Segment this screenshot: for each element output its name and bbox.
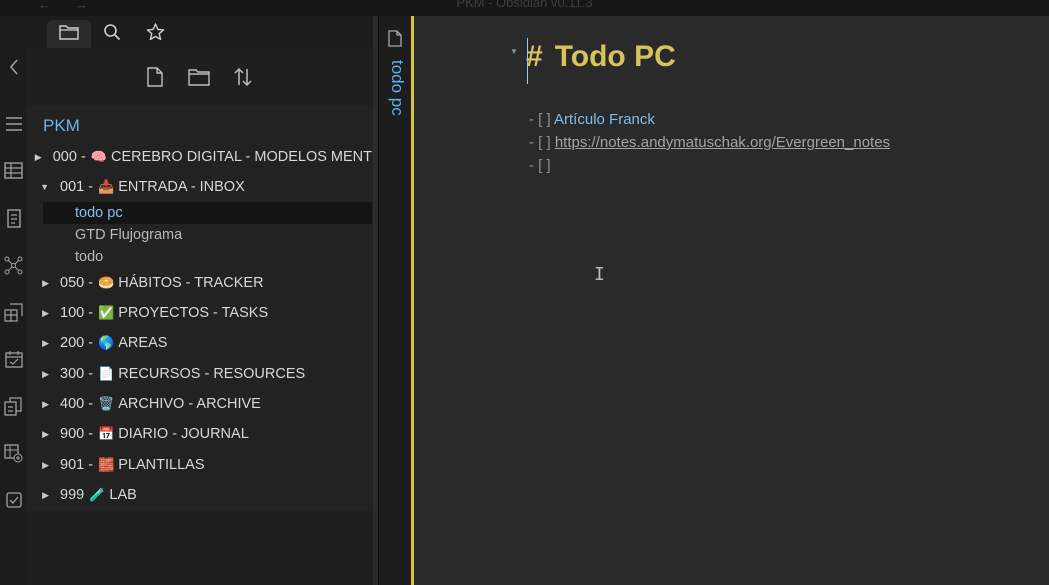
- heading-text: Todo PC: [554, 40, 676, 73]
- task-link[interactable]: https://notes.andymatuschak.org/Evergree…: [555, 134, 890, 151]
- folder-number: 900 -: [60, 426, 94, 442]
- folder-number: 901 -: [60, 457, 94, 473]
- caret-down-icon[interactable]: ▼: [27, 182, 60, 192]
- grid-icon[interactable]: [0, 303, 27, 322]
- folder-label: LAB: [109, 487, 137, 503]
- left-ribbon: [0, 16, 27, 585]
- folder-label: PROYECTOS - TASKS: [118, 305, 269, 321]
- vault-name[interactable]: PKM: [43, 116, 80, 136]
- folder-icon: [59, 24, 79, 45]
- wastebasket-icon: 🗑️: [98, 396, 115, 411]
- fold-triangle-icon[interactable]: ▼: [510, 47, 518, 56]
- folder-number: 999: [60, 487, 85, 503]
- folder-number: 300 -: [60, 366, 94, 382]
- folder-label: CEREBRO DIGITAL - MODELOS MENT: [110, 149, 372, 165]
- folder-number: 200 -: [60, 335, 94, 351]
- pane-vertical-title[interactable]: todo pc: [387, 60, 407, 116]
- chevron-left-icon[interactable]: [0, 58, 27, 76]
- note-heading[interactable]: # Todo PC: [526, 40, 676, 74]
- caret-right-icon[interactable]: ▶: [27, 429, 60, 440]
- note-icon[interactable]: [0, 209, 27, 228]
- folder-label: ARCHIVO - ARCHIVE: [118, 396, 261, 412]
- caret-right-icon[interactable]: ▶: [27, 369, 60, 380]
- folder-label: ENTRADA - INBOX: [118, 179, 245, 195]
- folder-label: AREAS: [118, 335, 168, 351]
- heading-hash: #: [526, 40, 543, 73]
- task-prefix: - [ ]: [529, 157, 551, 174]
- test-tube-icon: 🧪: [89, 487, 106, 502]
- new-note-icon[interactable]: [142, 64, 168, 90]
- caret-right-icon[interactable]: ▶: [27, 490, 60, 501]
- folder-number: 001 -: [60, 179, 94, 195]
- window-title: PKM - Obsidian v0.11.3: [456, 0, 593, 10]
- title-bar: ← → PKM - Obsidian v0.11.3: [0, 0, 1049, 16]
- tab-starred[interactable]: [133, 20, 177, 48]
- task-prefix: - [ ]: [529, 111, 551, 128]
- calendar-emoji-icon: 📅: [98, 426, 115, 441]
- task-line-1[interactable]: - [ ] Artículo Franck: [529, 111, 655, 128]
- file-explorer-sidebar: PKM ▶ 000 - 🧠 CEREBRO DIGITAL - MODELOS …: [27, 16, 374, 585]
- file-todo[interactable]: todo: [43, 246, 372, 268]
- pane-header-strip: todo pc: [378, 16, 411, 585]
- folder-900[interactable]: ▶ 900 - 📅 DIARIO - JOURNAL: [27, 423, 372, 445]
- folder-label: HÁBITOS - TRACKER: [118, 275, 264, 291]
- file-tree: PKM ▶ 000 - 🧠 CEREBRO DIGITAL - MODELOS …: [27, 106, 374, 511]
- caret-right-icon[interactable]: ▶: [27, 399, 60, 410]
- caret-right-icon[interactable]: ▶: [27, 308, 60, 319]
- ibeam-cursor-icon: I: [594, 264, 605, 285]
- sidebar-tabs: [27, 16, 374, 48]
- caret-right-icon[interactable]: ▶: [27, 460, 60, 471]
- graph-icon[interactable]: [0, 256, 27, 275]
- sidebar-empty-area: [27, 511, 374, 585]
- task-line-3[interactable]: - [ ]: [529, 157, 551, 174]
- caret-right-icon[interactable]: ▶: [27, 278, 60, 289]
- folder-200[interactable]: ▶ 200 - 🌎 AREAS: [27, 332, 372, 354]
- brick-icon: 🧱: [98, 457, 115, 472]
- bagel-icon: 🥯: [98, 275, 115, 290]
- folder-number: 050 -: [60, 275, 94, 291]
- file-explorer-toolbar: [27, 48, 374, 106]
- folder-300[interactable]: ▶ 300 - 📄 RECURSOS - RESOURCES: [27, 363, 372, 385]
- folder-050[interactable]: ▶ 050 - 🥯 HÁBITOS - TRACKER: [27, 272, 372, 294]
- copy-icon[interactable]: [0, 397, 27, 416]
- inbox-tray-icon: 📥: [98, 179, 115, 194]
- task-text[interactable]: Artículo Franck: [554, 111, 655, 128]
- caret-right-icon[interactable]: ▶: [27, 152, 53, 163]
- file-gtd-flujograma[interactable]: GTD Flujograma: [43, 224, 372, 246]
- checkbox-icon[interactable]: [0, 492, 27, 508]
- folder-001[interactable]: ▼ 001 - 📥 ENTRADA - INBOX: [27, 176, 372, 198]
- folder-label: PLANTILLAS: [118, 457, 205, 473]
- folder-901[interactable]: ▶ 901 - 🧱 PLANTILLAS: [27, 454, 372, 476]
- folder-100[interactable]: ▶ 100 - ✅ PROYECTOS - TASKS: [27, 302, 372, 324]
- table-plus-icon[interactable]: [0, 444, 27, 463]
- brain-icon: 🧠: [90, 149, 107, 164]
- text-cursor: [527, 38, 528, 84]
- task-line-2[interactable]: - [ ] https://notes.andymatuschak.org/Ev…: [529, 134, 890, 151]
- file-icon[interactable]: [388, 30, 402, 52]
- page-icon: 📄: [98, 366, 115, 381]
- check-mark-icon: ✅: [98, 305, 115, 320]
- tab-search[interactable]: [90, 20, 134, 48]
- folder-999[interactable]: ▶ 999 🧪 LAB: [27, 484, 372, 506]
- folder-label: RECURSOS - RESOURCES: [118, 366, 306, 382]
- folder-number: 000 -: [52, 149, 86, 165]
- new-folder-icon[interactable]: [186, 64, 212, 90]
- editor-pane[interactable]: ▼ # Todo PC - [ ] Artículo Franck - [ ] h…: [414, 16, 1049, 585]
- search-icon: [103, 23, 121, 46]
- globe-icon: 🌎: [98, 335, 115, 350]
- file-todo-pc[interactable]: todo pc: [43, 202, 372, 224]
- folder-000[interactable]: ▶ 000 - 🧠 CEREBRO DIGITAL - MODELOS MENT: [27, 146, 372, 168]
- star-icon: [146, 22, 165, 46]
- tab-files[interactable]: [47, 20, 91, 48]
- menu-icon[interactable]: [0, 116, 27, 132]
- table-icon[interactable]: [0, 162, 27, 179]
- folder-label: DIARIO - JOURNAL: [118, 426, 249, 442]
- folder-number: 100 -: [60, 305, 94, 321]
- caret-right-icon[interactable]: ▶: [27, 338, 60, 349]
- task-prefix: - [ ]: [529, 134, 551, 151]
- folder-400[interactable]: ▶ 400 - 🗑️ ARCHIVO - ARCHIVE: [27, 393, 372, 415]
- calendar-icon[interactable]: [0, 350, 27, 368]
- sort-icon[interactable]: [230, 64, 256, 90]
- folder-number: 400 -: [60, 396, 94, 412]
